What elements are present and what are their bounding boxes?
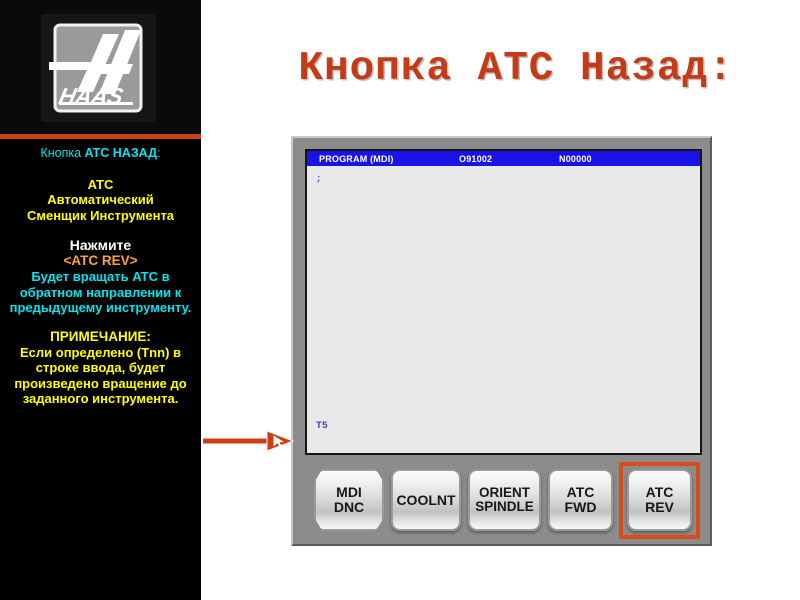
note-heading: ПРИМЕЧАНИЕ:	[50, 328, 151, 344]
page-title: Кнопка ATC Назад:	[298, 46, 734, 92]
svg-text:HAAS: HAAS	[57, 83, 127, 109]
atc-abbreviation: ATC	[87, 176, 114, 192]
sidebar-heading-strong: ATC НАЗАД	[84, 146, 158, 160]
key-label: <ATC REV>	[63, 253, 138, 269]
atc-expansion-line-2: Сменщик Инструмента	[26, 207, 175, 223]
orient-spindle-button-line1: ORIENT	[478, 484, 530, 500]
cnc-mode-label: PROGRAM (MDI)	[319, 154, 394, 164]
haas-logo: HAAS	[41, 14, 156, 122]
cnc-sequence-number: N00000	[559, 154, 592, 164]
atc-expansion-line-1: Автоматический	[47, 192, 154, 208]
coolnt-button[interactable]: COOLNT	[391, 469, 461, 531]
atc-fwd-button-line1: ATC	[566, 484, 595, 501]
atc-fwd-button[interactable]: ATC FWD	[548, 469, 613, 531]
mdi-dnc-button-line2: DNC	[333, 499, 365, 515]
cnc-screen-header: PROGRAM (MDI) O91002 N00000	[307, 151, 700, 166]
cnc-screen: PROGRAM (MDI) O91002 N00000 ; T5	[305, 149, 702, 455]
cnc-button-row: MDI DNC COOLNT ORIENT SPINDLE ATC FWD AT…	[305, 462, 702, 539]
orient-spindle-button[interactable]: ORIENT SPINDLE	[468, 469, 541, 531]
cnc-program-first-line: ;	[316, 174, 322, 184]
mdi-dnc-button-line1: MDI	[336, 484, 362, 501]
mdi-dnc-button[interactable]: MDI DNC	[314, 469, 384, 531]
key-description: Будет вращать ATC в обратном направлении…	[9, 268, 192, 316]
sidebar-content: Кнопка ATC НАЗАД: ATC Автоматический Сме…	[0, 139, 201, 407]
logo-block: HAAS	[0, 0, 201, 134]
atc-rev-button[interactable]: ATC REV	[627, 469, 692, 531]
press-label: Нажмите	[69, 236, 132, 253]
orient-spindle-button-line2: SPINDLE	[475, 499, 534, 514]
cnc-active-tool: T5	[316, 420, 328, 431]
callout-arrow	[203, 430, 295, 452]
atc-rev-button-line1: ATC	[645, 484, 674, 501]
coolnt-button-line1: COOLNT	[396, 491, 456, 508]
cnc-control-panel: PROGRAM (MDI) O91002 N00000 ; T5 MDI DNC…	[291, 136, 712, 546]
sidebar: HAAS Кнопка ATC НАЗАД: ATC Автоматически…	[0, 0, 201, 600]
cnc-program-number: O91002	[459, 154, 493, 164]
cnc-program-area[interactable]: ; T5	[307, 166, 700, 453]
atc-fwd-button-line2: FWD	[564, 499, 597, 515]
slide-root: HAAS Кнопка ATC НАЗАД: ATC Автоматически…	[0, 0, 800, 600]
sidebar-heading-suffix: :	[157, 146, 161, 160]
sidebar-heading-prefix: Кнопка	[40, 146, 85, 160]
sidebar-heading: Кнопка ATC НАЗАД:	[4, 146, 197, 161]
atc-rev-button-line2: REV	[645, 499, 674, 515]
note-body: Если определено (Tnn) в строке ввода, бу…	[14, 344, 187, 407]
